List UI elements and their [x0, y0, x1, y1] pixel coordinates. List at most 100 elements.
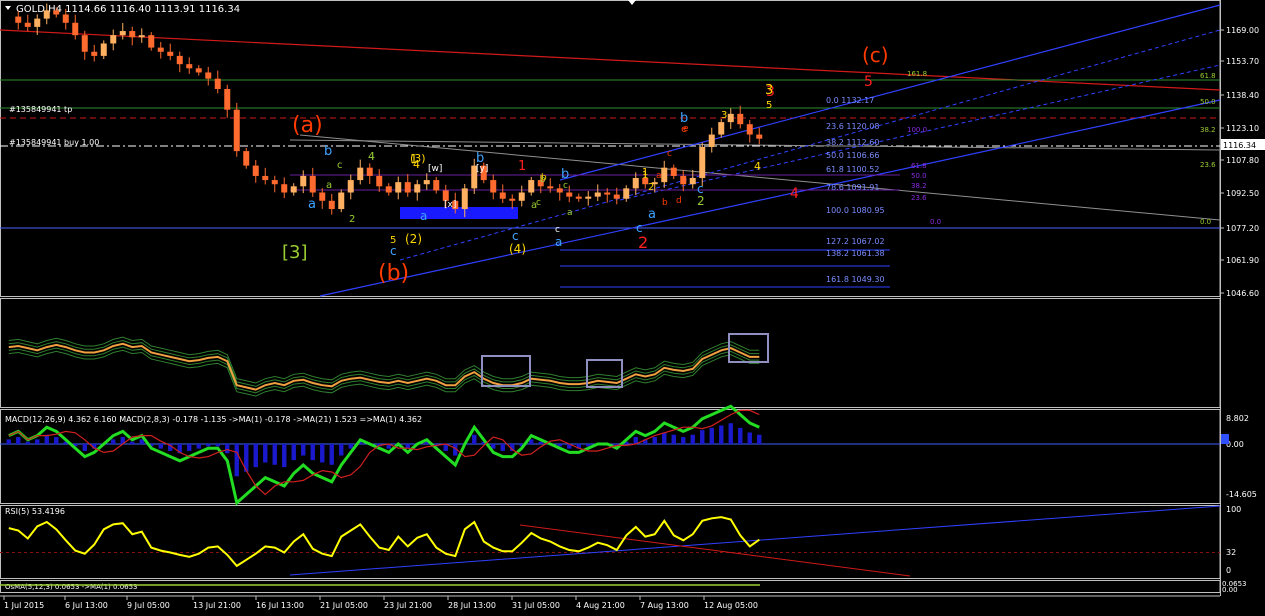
candle	[62, 14, 69, 23]
price-tick-label: 1092.50	[1226, 189, 1259, 198]
macd-bar	[35, 439, 40, 444]
candle	[100, 43, 107, 56]
time-tick-label: 1 Jul 2015	[4, 601, 44, 610]
candle	[461, 188, 468, 210]
candle	[423, 180, 430, 185]
macd-tick-label: 8.802	[1226, 414, 1249, 423]
macd-bar	[206, 444, 211, 447]
candle	[632, 178, 639, 189]
fib-level-label: 78.6 1091.91	[826, 183, 879, 192]
macd-bar	[671, 434, 676, 444]
candle	[566, 192, 573, 197]
candle	[119, 31, 126, 36]
candle	[148, 35, 155, 48]
time-tick-label: 16 Jul 13:00	[256, 601, 304, 610]
wave-label: a	[420, 209, 427, 223]
fib-small-label: 38.2	[911, 182, 927, 190]
candle	[243, 151, 250, 166]
candle	[138, 35, 145, 38]
macd-bar	[339, 444, 344, 456]
candle	[404, 182, 411, 193]
wave-label: c	[555, 225, 560, 235]
candle	[15, 16, 22, 23]
candle	[613, 194, 620, 199]
fib-small-label: 0.0	[930, 218, 941, 226]
price-tick-label: 1046.60	[1226, 289, 1259, 298]
macd-bar	[282, 444, 287, 468]
time-tick-label: 9 Jul 05:00	[127, 601, 170, 610]
macd-bar	[662, 432, 667, 444]
buy-line-label: #135849941 buy 1.00	[9, 138, 99, 147]
wave-label: a	[308, 197, 316, 212]
wave-label: 4	[754, 160, 761, 173]
macd-bar	[728, 423, 733, 444]
candle	[110, 35, 117, 44]
macd-bar	[272, 444, 277, 465]
macd-bar	[139, 439, 144, 444]
fib-level-label: 100.0 1080.95	[826, 206, 885, 215]
macd-bar	[111, 439, 116, 444]
candle	[756, 134, 763, 139]
fib-small-label: 100.0	[907, 126, 927, 134]
macd-bar	[291, 444, 296, 461]
wave-label: (2)	[405, 232, 422, 246]
macd-bar	[320, 444, 325, 463]
fib-small-label: 61.8	[1200, 72, 1216, 80]
time-tick-label: 7 Aug 13:00	[640, 601, 689, 610]
blue-zone	[400, 207, 518, 219]
candle	[575, 196, 582, 199]
osma-title: OsMA(5,12,3) 0.0653 ->MA(1) 0.0653	[5, 583, 138, 591]
time-tick-label: 21 Jul 05:00	[320, 601, 368, 610]
wave-label: e	[681, 124, 687, 135]
wave-label: 5	[766, 100, 772, 111]
wave-label: b	[541, 173, 547, 183]
wave-label: a	[648, 207, 656, 222]
macd-bar	[25, 441, 30, 444]
candle	[43, 10, 50, 19]
wave-label: c	[512, 229, 519, 243]
wave-label: c	[636, 221, 643, 235]
wave-label: 3	[765, 83, 773, 98]
wave-label: 2	[349, 214, 355, 225]
wave-label: b	[561, 167, 569, 182]
candle	[490, 180, 497, 193]
candle	[366, 167, 373, 176]
candle	[623, 188, 630, 199]
fib-small-label: 50.0	[1200, 98, 1216, 106]
fib-level-label: 138.2 1061.38	[826, 249, 885, 258]
candle	[556, 188, 563, 193]
macd-bar	[348, 444, 353, 449]
wave-label: (4)	[509, 242, 526, 256]
candle	[585, 196, 592, 199]
time-tick-label: 12 Aug 05:00	[704, 601, 758, 610]
candle	[718, 122, 725, 135]
candle	[499, 192, 506, 199]
fib-small-label: 50.0	[911, 172, 927, 180]
candle	[347, 180, 354, 193]
candle	[214, 78, 221, 90]
candle	[680, 175, 687, 185]
wave-label: a	[555, 235, 562, 249]
wave-label: b	[324, 144, 332, 159]
candle	[737, 113, 744, 125]
wave-label: (a)	[292, 113, 323, 138]
wave-label: b	[662, 198, 668, 208]
wave-label: 2	[648, 182, 654, 193]
time-tick-label: 23 Jul 21:00	[384, 601, 432, 610]
macd-title: MACD(12,26,9) 4.362 6.160 MACD(2,8,3) -0…	[5, 415, 422, 424]
wave-label: c	[390, 244, 397, 258]
candle	[518, 192, 525, 201]
candle	[395, 182, 402, 193]
last-price-label: 1116.34	[1223, 141, 1256, 150]
macd-bar	[310, 444, 315, 461]
fib-level-label: 38.2 1112.60	[826, 138, 879, 147]
macd-bar	[234, 444, 239, 477]
wave-label: 1	[642, 170, 648, 181]
price-tick-label: 1107.80	[1226, 156, 1259, 165]
fib-small-label: 38.2	[1200, 126, 1216, 134]
candle	[205, 72, 212, 79]
candle	[328, 200, 335, 210]
time-tick-label: 13 Jul 21:00	[193, 601, 241, 610]
time-tick-label: 31 Jul 05:00	[512, 601, 560, 610]
fib-level-label: 50.0 1106.66	[826, 151, 879, 160]
